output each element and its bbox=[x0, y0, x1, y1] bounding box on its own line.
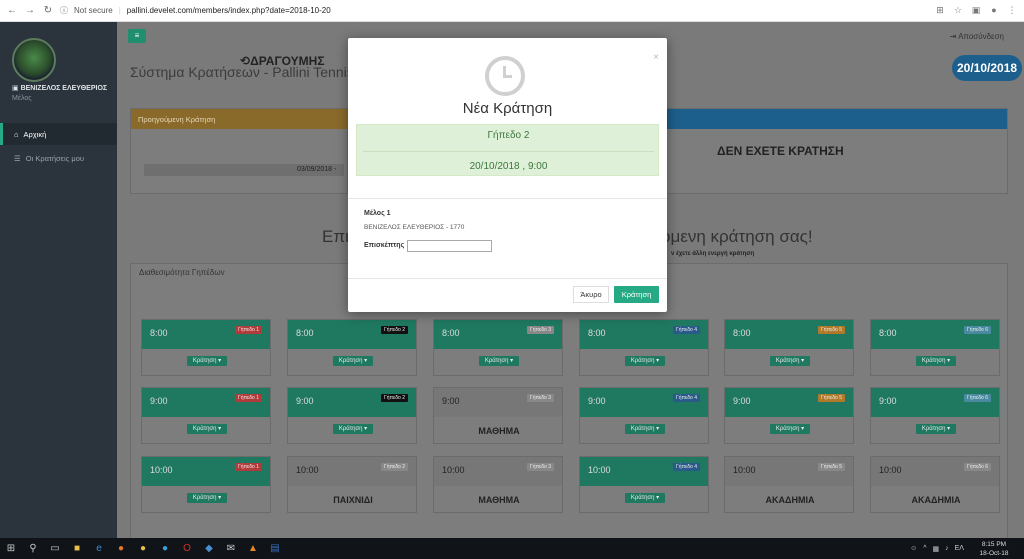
reload-icon[interactable]: ↻ bbox=[42, 5, 54, 17]
translate-icon[interactable]: ⊞ bbox=[934, 5, 946, 17]
vlc-icon[interactable]: ▲ bbox=[242, 538, 264, 559]
chevron-up-icon[interactable]: ^ bbox=[923, 545, 926, 552]
document-icon[interactable]: ▤ bbox=[264, 538, 286, 559]
taskbar: ⊞ ⚲ ▭ ■ e ● ● ● O ◆ ✉ ▲ ▤ ☺ ^ ▦ ♪ ΕΛ 8:1… bbox=[0, 538, 1024, 559]
booking-modal: × Νέα Κράτηση Γήπεδο 2 20/10/2018 , 9:00… bbox=[348, 38, 667, 312]
chrome-icon[interactable]: ● bbox=[132, 538, 154, 559]
system-clock[interactable]: 8:15 PM 18-Oct-18 bbox=[972, 540, 1016, 558]
forward-icon[interactable]: → bbox=[24, 5, 36, 17]
booking-court: Γήπεδο 2 bbox=[487, 130, 530, 141]
modal-divider bbox=[348, 198, 667, 199]
info-icon[interactable]: ⓘ bbox=[60, 5, 68, 16]
people-icon[interactable]: ☺ bbox=[910, 545, 917, 552]
url-text[interactable]: pallini.develet.com/members/index.php?da… bbox=[127, 6, 331, 15]
security-label: Not secure bbox=[74, 6, 113, 15]
volume-icon[interactable]: ♪ bbox=[945, 545, 949, 552]
visitor-input[interactable] bbox=[407, 240, 492, 252]
search-icon[interactable]: ⚲ bbox=[22, 538, 44, 559]
booking-datetime: 20/10/2018 , 9:00 bbox=[469, 161, 548, 172]
visitor-label: Επισκέπτης bbox=[364, 242, 405, 249]
address-bar[interactable]: ⓘ Not secure | pallini.develet.com/membe… bbox=[60, 3, 928, 19]
booking-summary: Γήπεδο 2 20/10/2018 , 9:00 bbox=[356, 124, 659, 176]
opera-icon[interactable]: O bbox=[176, 538, 198, 559]
back-icon[interactable]: ← bbox=[6, 5, 18, 17]
close-icon[interactable]: × bbox=[653, 52, 659, 63]
clock-icon bbox=[485, 56, 525, 96]
member-value: ΒΕΝΙΖΕΛΟΣ ΕΛΕΥΘΕΡΙΟΣ - 1770 bbox=[364, 224, 465, 231]
task-view-icon[interactable]: ▭ bbox=[44, 538, 66, 559]
summary-divider bbox=[363, 151, 654, 152]
menu-dots-icon[interactable]: ⋮ bbox=[1006, 5, 1018, 17]
edge-icon[interactable]: e bbox=[88, 538, 110, 559]
cancel-button[interactable]: Άκυρο bbox=[573, 286, 609, 303]
network-icon[interactable]: ▦ bbox=[933, 545, 940, 553]
star-icon[interactable]: ☆ bbox=[952, 5, 964, 17]
modal-footer-divider bbox=[348, 278, 667, 279]
member-label: Μέλος 1 bbox=[364, 210, 391, 217]
url-separator: | bbox=[118, 6, 121, 15]
windows-icon[interactable]: ⊞ bbox=[0, 538, 22, 559]
browser-toolbar: ← → ↻ ⓘ Not secure | pallini.develet.com… bbox=[0, 0, 1024, 22]
app-icon[interactable]: ◆ bbox=[198, 538, 220, 559]
clock-time: 8:15 PM bbox=[981, 541, 1007, 548]
extension-icon[interactable]: ▣ bbox=[970, 5, 982, 17]
skype-icon[interactable]: ● bbox=[154, 538, 176, 559]
mail-icon[interactable]: ✉ bbox=[220, 538, 242, 559]
firefox-icon[interactable]: ● bbox=[110, 538, 132, 559]
folder-icon[interactable]: ■ bbox=[66, 538, 88, 559]
clock-date: 18-Oct-18 bbox=[979, 550, 1009, 557]
modal-title: Νέα Κράτηση bbox=[462, 100, 553, 117]
system-tray: ☺ ^ ▦ ♪ ΕΛ bbox=[910, 538, 964, 559]
book-button[interactable]: Κράτηση bbox=[614, 286, 659, 303]
language-indicator[interactable]: ΕΛ bbox=[955, 545, 964, 552]
profile-icon[interactable]: ● bbox=[988, 5, 1000, 17]
